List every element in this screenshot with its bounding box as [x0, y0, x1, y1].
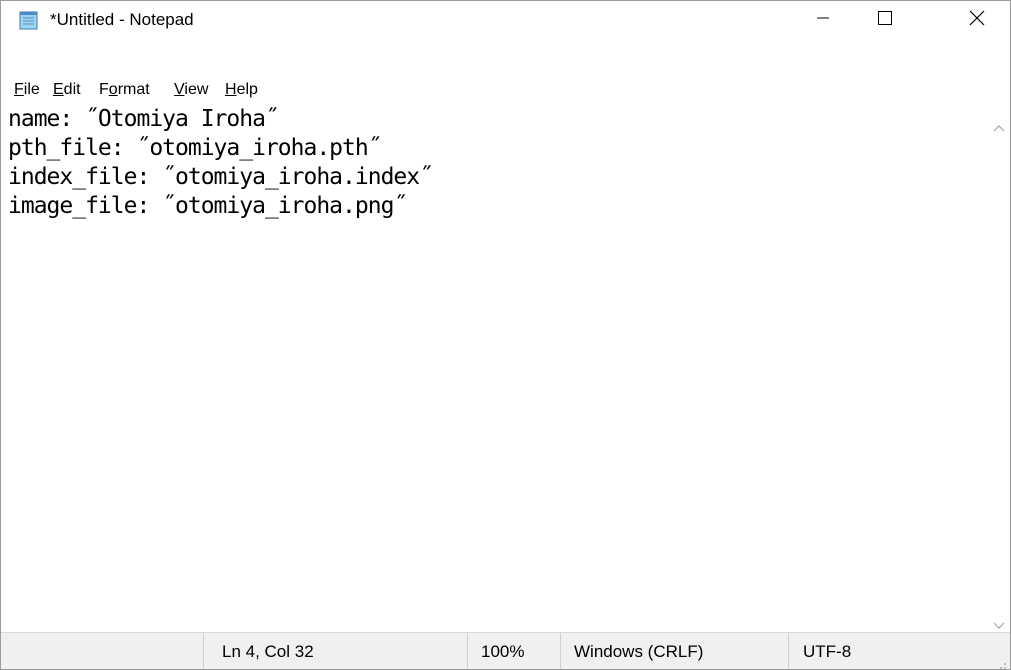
status-bar: Ln 4, Col 32 100% Windows (CRLF) UTF-8 — [1, 632, 1010, 669]
status-cursor-position: Ln 4, Col 32 — [203, 633, 467, 669]
minimize-button[interactable] — [800, 1, 846, 39]
notepad-window: *Untitled - Notepad File Edit Format Vie… — [0, 0, 1011, 670]
menu-view[interactable]: View — [172, 79, 210, 101]
status-line-ending: Windows (CRLF) — [560, 633, 788, 669]
notepad-icon — [19, 10, 39, 30]
menu-bar: File Edit Format View Help — [1, 76, 1010, 104]
status-zoom: 100% — [467, 633, 560, 669]
menu-edit[interactable]: Edit — [51, 79, 83, 101]
status-blank — [1, 633, 203, 669]
menu-help[interactable]: Help — [223, 79, 260, 101]
scroll-up-icon[interactable] — [992, 118, 1006, 132]
close-button[interactable] — [954, 1, 1000, 39]
minimize-icon — [815, 10, 831, 30]
window-title: *Untitled - Notepad — [50, 10, 194, 29]
editor-line: index_file: ˝otomiya_iroha.index˝ — [8, 164, 433, 190]
editor-line: name: ˝Otomiya Iroha˝ — [8, 106, 279, 132]
status-encoding: UTF-8 — [788, 633, 1010, 669]
menu-format[interactable]: Format — [97, 79, 152, 101]
maximize-icon — [877, 10, 893, 30]
editor-line: pth_file: ˝otomiya_iroha.pth˝ — [8, 135, 382, 161]
resize-grip-icon[interactable] — [995, 655, 1007, 669]
close-icon — [968, 9, 986, 31]
maximize-button[interactable] — [862, 1, 908, 39]
scroll-down-icon[interactable] — [992, 616, 1006, 629]
editor-line: image_file: ˝otomiya_iroha.png˝ — [8, 193, 407, 219]
vertical-scrollbar[interactable] — [988, 105, 1010, 632]
menu-file[interactable]: File — [12, 79, 42, 101]
text-editor[interactable]: name: ˝Otomiya Iroha˝ pth_file: ˝otomiya… — [8, 105, 988, 632]
title-bar[interactable]: *Untitled - Notepad — [1, 1, 1010, 39]
